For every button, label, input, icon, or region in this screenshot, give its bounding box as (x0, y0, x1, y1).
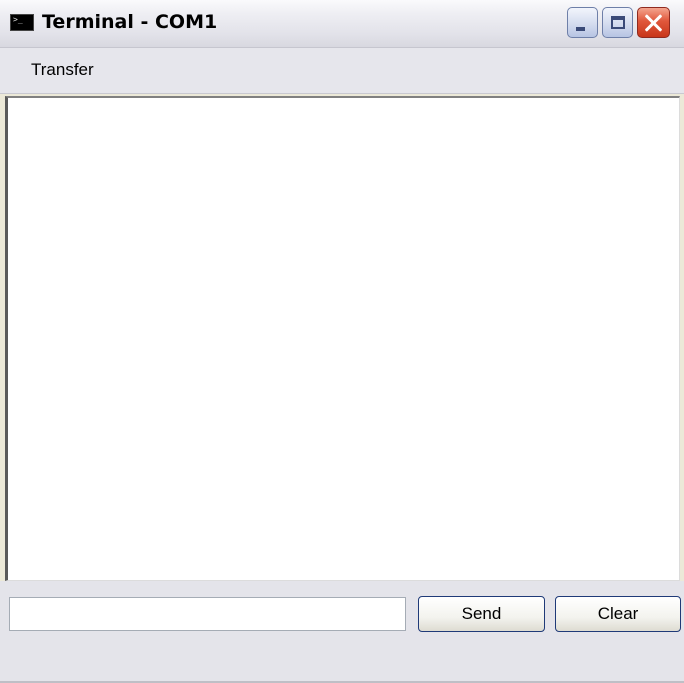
send-button[interactable]: Send (418, 596, 545, 632)
close-icon (645, 14, 663, 32)
maximize-button[interactable] (602, 7, 633, 38)
terminal-window: >_ Terminal - COM1 Transfer Send Clear (0, 0, 684, 683)
input-bar: Send Clear (0, 581, 684, 683)
clear-button[interactable]: Clear (555, 596, 681, 632)
menu-item-transfer[interactable]: Transfer (31, 60, 94, 80)
minimize-icon (576, 26, 585, 31)
terminal-output[interactable] (5, 96, 680, 581)
title-bar[interactable]: >_ Terminal - COM1 (0, 0, 684, 48)
close-button[interactable] (637, 7, 670, 38)
terminal-icon: >_ (10, 14, 34, 31)
maximize-icon (610, 16, 625, 29)
menu-bar: Transfer (0, 48, 684, 94)
minimize-button[interactable] (567, 7, 598, 38)
window-title: Terminal - COM1 (42, 11, 218, 33)
send-input[interactable] (9, 597, 406, 631)
